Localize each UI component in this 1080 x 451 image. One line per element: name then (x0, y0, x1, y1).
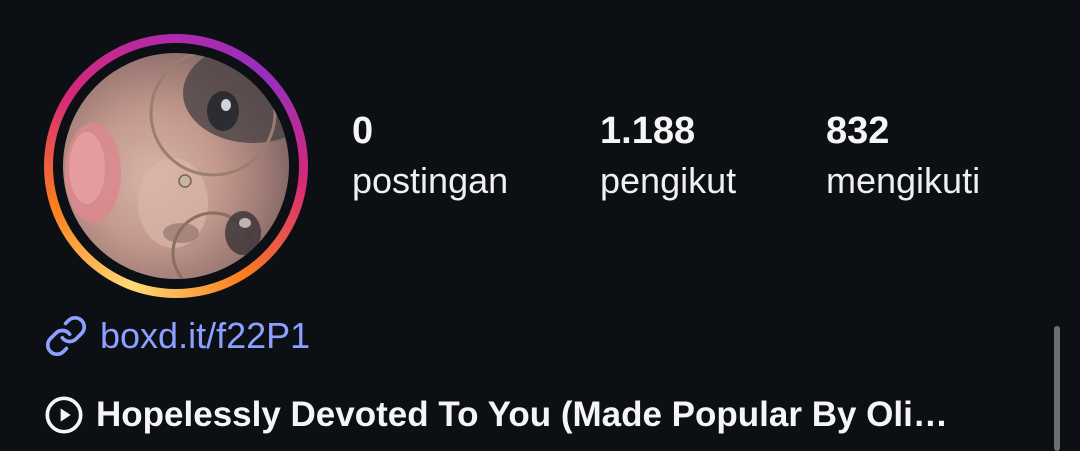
bio-link-text[interactable]: boxd.it/f22P1 (100, 314, 310, 358)
posts-count: 0 (352, 110, 374, 152)
following-count: 832 (826, 110, 890, 152)
link-icon (44, 314, 88, 358)
followers-label: pengikut (600, 160, 737, 201)
avatar[interactable] (63, 53, 289, 279)
posts-label: postingan (352, 160, 509, 201)
scrollbar[interactable] (1054, 326, 1060, 451)
stat-following[interactable]: 832 mengikuti (826, 108, 980, 204)
following-label: mengikuti (826, 160, 981, 201)
stat-posts[interactable]: 0 postingan (352, 108, 508, 204)
followers-count: 1.188 (600, 110, 696, 152)
avatar-image (65, 53, 289, 279)
story-ring[interactable] (44, 34, 308, 298)
bio-link[interactable]: boxd.it/f22P1 (44, 312, 310, 360)
music-title: Hopelessly Devoted To You (Made Popular … (96, 395, 948, 434)
play-circle-icon (44, 395, 84, 435)
stat-followers[interactable]: 1.188 pengikut (600, 108, 736, 204)
profile-header: 0 postingan 1.188 pengikut 832 mengikuti… (0, 0, 1080, 451)
profile-music[interactable]: Hopelessly Devoted To You (Made Popular … (44, 392, 1034, 438)
avatar-gap (53, 43, 299, 289)
